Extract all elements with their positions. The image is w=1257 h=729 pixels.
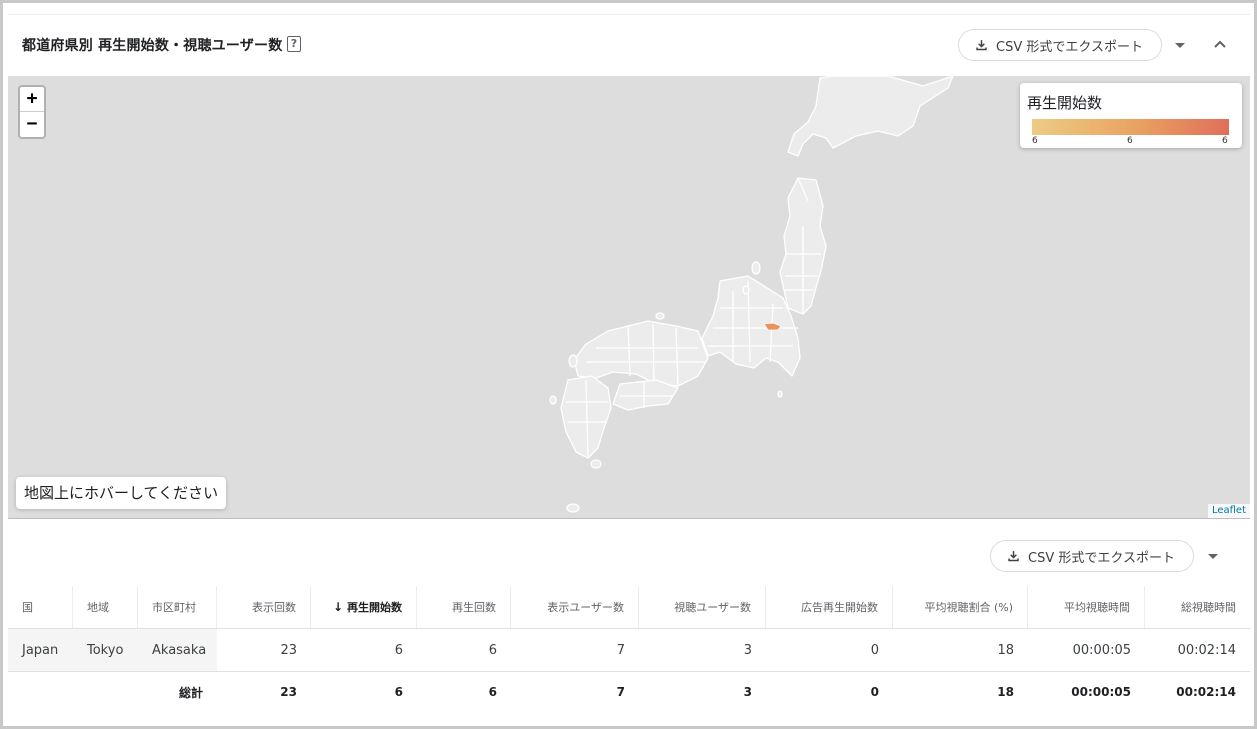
total-impressions: 23 [280,685,297,699]
cell-play-starts: 6 [394,642,403,658]
kinki-chugoku-region [573,320,709,387]
card-header: 都道府県別 再生開始数・視聴ユーザー数 ? CSV 形式でエクスポート [8,14,1250,76]
map-legend: 再生開始数 6 6 6 [1020,83,1242,148]
cell-total-view-time: 00:02:14 [1177,642,1236,658]
cell-impression-users: 7 [616,642,625,658]
legend-min: 6 [1032,136,1038,146]
cell-country: Japan [22,642,59,658]
cell-region: Tokyo [87,642,124,658]
download-icon [976,40,987,51]
col-header-viewing-users[interactable]: 視聴ユーザー数 [639,586,766,628]
total-total-view-time: 00:02:14 [1176,685,1236,699]
legend-mid: 6 [1127,136,1133,146]
legend-title: 再生開始数 [1027,94,1103,112]
export-options-dropdown[interactable] [1175,43,1185,48]
shikoku-region [612,379,679,411]
total-viewing-users: 3 [743,685,752,699]
cell-ad-play-starts: 0 [870,642,879,658]
collapse-chevron-icon[interactable] [1213,39,1227,49]
col-header-impressions[interactable]: 表示回数 [217,586,311,628]
col-header-play-starts-label: 再生開始数 [347,601,402,614]
table-header-row: 国 地域 市区町村 表示回数 ↓ 再生開始数 再生回数 表示ユーザー数 視聴ユー… [8,586,1250,628]
cell-avg-view-time: 00:00:05 [1072,642,1131,658]
card-title: 都道府県別 再生開始数・視聴ユーザー数 [22,38,283,54]
hover-hint: 地図上にホバーしてください [16,477,227,509]
col-header-city[interactable]: 市区町村 [138,586,217,628]
cell-impressions: 23 [280,642,297,658]
sort-down-arrow-icon: ↓ [332,600,343,614]
col-header-plays[interactable]: 再生回数 [417,586,511,628]
total-plays: 6 [488,685,497,699]
zoom-in-button[interactable]: + [20,87,44,112]
csv-export-label: CSV 形式でエクスポート [996,39,1143,55]
csv-export-button[interactable]: CSV 形式でエクスポート [958,29,1162,61]
col-header-total-view-time[interactable]: 総視聴時間 [1145,586,1250,628]
total-ad-play-starts: 0 [870,685,879,699]
total-play-starts: 6 [394,685,403,699]
col-header-country[interactable]: 国 [8,586,73,628]
zoom-out-button[interactable]: − [20,112,44,137]
table-csv-export-label: CSV 形式でエクスポート [1028,550,1175,566]
col-header-region[interactable]: 地域 [73,586,138,628]
table-csv-export-button[interactable]: CSV 形式でエクスポート [990,540,1194,572]
cell-viewing-users: 3 [743,642,752,658]
col-header-avg-view-pct[interactable]: 平均視聴割合 (%) [893,586,1028,628]
total-avg-view-time: 00:00:05 [1071,685,1131,699]
total-label: 総計 [178,685,203,700]
total-row: 総計 23 6 6 7 3 0 18 00:00:05 00:02:14 [8,672,1250,712]
total-avg-view-pct: 18 [997,685,1014,699]
table-export-options-dropdown[interactable] [1208,554,1218,559]
col-header-avg-view-time[interactable]: 平均視聴時間 [1028,586,1145,628]
total-impression-users: 7 [616,685,625,699]
leaflet-attribution-link[interactable]: Leaflet [1207,504,1250,518]
zoom-control: + − [18,85,46,139]
cell-avg-view-pct: 18 [997,642,1014,658]
cell-city: Akasaka [152,642,207,658]
col-header-impression-users[interactable]: 表示ユーザー数 [511,586,639,628]
legend-color-scale [1032,119,1229,135]
legend-max: 6 [1222,136,1228,146]
map-panel[interactable]: + − 再生開始数 6 6 6 地図上にホバーしてください Leaflet [8,76,1250,519]
table-row[interactable]: Japan Tokyo Akasaka 23 6 6 7 3 0 18 00:0… [8,629,1250,671]
col-header-play-starts[interactable]: ↓ 再生開始数 [311,586,417,628]
hokkaido-region [787,76,954,157]
col-header-ad-play-starts[interactable]: 広告再生開始数 [766,586,893,628]
help-icon[interactable]: ? [287,36,301,52]
cell-plays: 6 [488,642,497,658]
download-icon [1008,551,1019,562]
